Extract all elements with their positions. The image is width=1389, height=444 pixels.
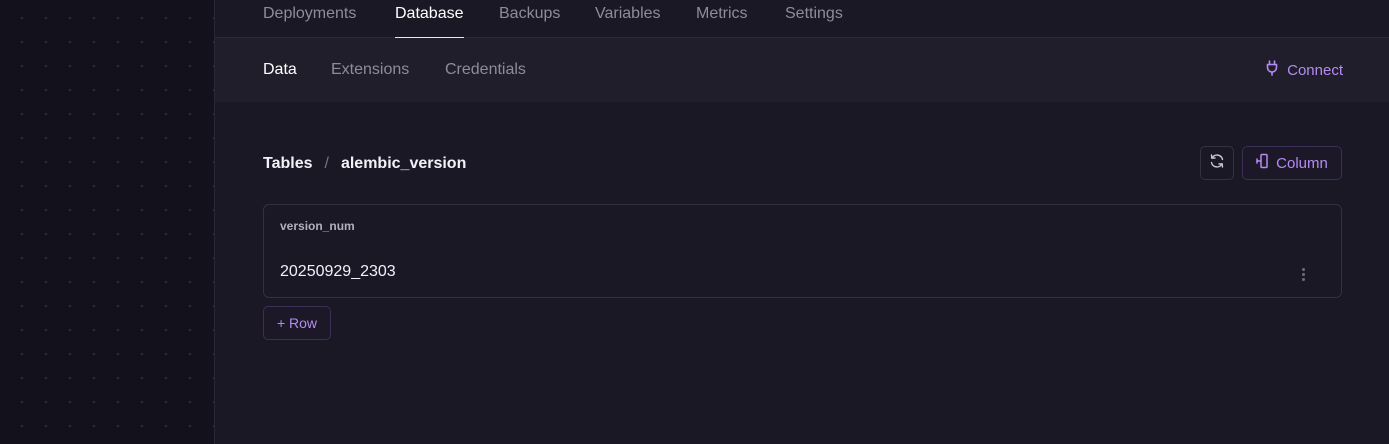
breadcrumb-current-table: alembic_version bbox=[340, 155, 467, 172]
service-tabs: Deployments Database Backups Variables M… bbox=[215, 0, 1389, 39]
refresh-icon bbox=[1209, 153, 1225, 174]
data-table: version_num 20250929_2303 bbox=[263, 204, 1342, 298]
subtab-credentials[interactable]: Credentials bbox=[445, 38, 526, 102]
refresh-button[interactable] bbox=[1200, 146, 1234, 180]
breadcrumb-tables[interactable]: Tables bbox=[263, 155, 313, 173]
subtab-data[interactable]: Data bbox=[263, 38, 297, 102]
table-cell[interactable]: 20250929_2303 bbox=[280, 263, 396, 281]
column-insert-icon bbox=[1256, 153, 1268, 173]
connect-button[interactable]: Connect bbox=[1266, 60, 1343, 80]
table-row[interactable]: 20250929_2303 bbox=[264, 253, 1341, 297]
column-header[interactable]: version_num bbox=[280, 219, 355, 233]
breadcrumb-separator: / bbox=[324, 155, 329, 172]
plug-icon bbox=[1266, 60, 1278, 80]
tab-deployments[interactable]: Deployments bbox=[263, 0, 356, 38]
tab-metrics[interactable]: Metrics bbox=[696, 0, 748, 38]
tab-database[interactable]: Database bbox=[395, 0, 464, 39]
tab-backups[interactable]: Backups bbox=[499, 0, 560, 38]
tab-settings[interactable]: Settings bbox=[785, 0, 843, 38]
add-column-label: Column bbox=[1276, 154, 1328, 172]
database-subnav: Data Extensions Credentials Connect bbox=[215, 38, 1389, 102]
service-panel: Deployments Database Backups Variables M… bbox=[214, 0, 1389, 444]
kebab-menu-icon[interactable] bbox=[1295, 265, 1311, 283]
add-column-button[interactable]: Column bbox=[1242, 146, 1342, 180]
connect-label: Connect bbox=[1287, 61, 1343, 79]
add-row-button[interactable]: + Row bbox=[263, 306, 331, 340]
subtab-extensions[interactable]: Extensions bbox=[331, 38, 409, 102]
breadcrumb: Tables / alembic_version bbox=[263, 153, 466, 175]
project-canvas[interactable] bbox=[0, 0, 214, 444]
tab-variables[interactable]: Variables bbox=[595, 0, 661, 38]
